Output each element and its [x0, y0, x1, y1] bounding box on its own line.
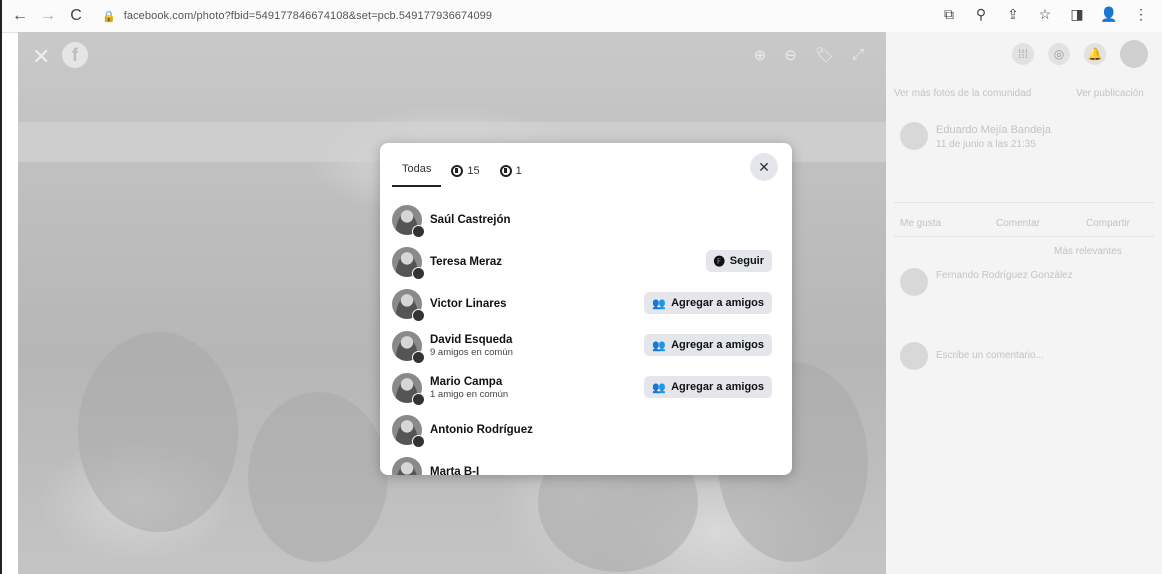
reaction-badge-icon [412, 267, 425, 280]
list-item: David Esqueda 9 amigos en común 👥 Agrega… [392, 325, 782, 367]
view-post-link[interactable]: Ver publicación [1076, 88, 1144, 99]
avatar[interactable] [392, 373, 425, 406]
mutual-friends: 1 amigo en común [430, 389, 509, 400]
reaction-badge-icon [412, 393, 425, 406]
fullscreen-icon[interactable]: ⤢ [852, 46, 864, 64]
zoom-in-icon[interactable]: ⊕ [754, 46, 767, 64]
reaction-badge-icon [412, 435, 425, 448]
share-icon[interactable]: ⇪ [1004, 6, 1022, 23]
divider [894, 202, 1154, 203]
zoom-out-icon[interactable]: ⊖ [784, 46, 797, 64]
list-item: Mario Campa 1 amigo en común 👥 Agregar a… [392, 367, 782, 409]
lock-icon: 🔒 [102, 10, 116, 23]
add-friend-icon: 👥 [652, 339, 667, 352]
add-friend-icon: 👥 [652, 381, 667, 394]
tab-count: 15 [467, 165, 480, 177]
tab-label: Todas [402, 163, 432, 175]
tab-like[interactable]: 15 [441, 165, 489, 187]
like-action[interactable]: Me gusta [900, 218, 941, 229]
photo-crowd [248, 392, 388, 562]
avatar[interactable] [392, 457, 422, 475]
avatar[interactable] [900, 268, 928, 296]
like-reaction-icon [451, 165, 464, 177]
tab-all[interactable]: Todas [392, 163, 442, 187]
person-name[interactable]: David Esqueda [430, 334, 513, 346]
avatar[interactable] [1120, 40, 1148, 68]
notifications-icon[interactable]: 🔔 [1084, 43, 1106, 65]
viewer-close-icon[interactable]: ✕ [32, 44, 50, 70]
comment-author[interactable]: Fernando Rodríguez González [936, 270, 1073, 281]
reaction-badge-icon [412, 225, 425, 238]
avatar[interactable] [392, 331, 425, 364]
comment-action[interactable]: Comentar [996, 218, 1040, 229]
viewer-toolbar: ⊕ ⊖ 🏷 ⤢ [754, 46, 864, 64]
reaction-tabs: Todas 15 1 [392, 155, 532, 187]
reaction-badge-icon [412, 351, 425, 364]
follow-button[interactable]: 🅕 Seguir [705, 250, 772, 272]
person-name[interactable]: Victor Linares [430, 298, 507, 310]
cast-icon[interactable]: ⧉ [940, 6, 958, 23]
list-item: Saúl Castrejón [392, 199, 782, 241]
avatar[interactable] [392, 415, 425, 448]
list-item: Victor Linares 👥 Agregar a amigos [392, 283, 782, 325]
person-name[interactable]: Mario Campa [430, 376, 508, 388]
post-side-panel: ⁞⁞⁞ ◎ 🔔 Ver más fotos de la comunidad Ve… [886, 32, 1162, 574]
button-label: Agregar a amigos [671, 339, 764, 351]
add-friend-button[interactable]: 👥 Agregar a amigos [644, 334, 772, 356]
url-text[interactable]: facebook.com/photo?fbid=549177846674108&… [124, 10, 492, 22]
reload-icon[interactable]: C [66, 6, 86, 26]
back-icon[interactable]: ← [10, 6, 30, 26]
list-item: Marta B-I [392, 451, 782, 475]
avatar[interactable] [392, 247, 425, 280]
avatar[interactable] [392, 205, 425, 238]
list-item: Teresa Meraz 🅕 Seguir [392, 241, 782, 283]
menu-grid-icon[interactable]: ⁞⁞⁞ [1012, 43, 1034, 65]
author-name[interactable]: Eduardo Mejía Bandeja [936, 124, 1051, 136]
messenger-icon[interactable]: ◎ [1048, 43, 1070, 65]
avatar[interactable] [900, 122, 928, 150]
sort-comments[interactable]: Más relevantes [1054, 246, 1122, 257]
tab-count: 1 [515, 165, 522, 177]
post-timestamp[interactable]: 11 de junio a las 21:35 [936, 139, 1036, 150]
share-action[interactable]: Compartir [1086, 218, 1130, 229]
button-label: Agregar a amigos [671, 297, 764, 309]
add-friend-button[interactable]: 👥 Agregar a amigos [644, 376, 772, 398]
window-edge [0, 0, 2, 574]
browser-menu-icon[interactable]: ⋮ [1132, 6, 1150, 23]
add-friend-icon: 👥 [652, 297, 667, 310]
community-photos-link[interactable]: Ver más fotos de la comunidad [894, 88, 1031, 99]
divider [894, 236, 1154, 237]
button-label: Agregar a amigos [671, 381, 764, 393]
profile-icon[interactable]: 👤 [1100, 6, 1118, 23]
comment-input[interactable]: Escribe un comentario... [936, 350, 1044, 361]
button-label: Seguir [729, 255, 764, 267]
bookmark-star-icon[interactable]: ☆ [1036, 6, 1054, 23]
reactions-dialog: Todas 15 1 ✕ Saúl Castrejón Teresa Meraz… [380, 143, 792, 475]
photo-crowd [78, 332, 238, 532]
mutual-friends: 9 amigos en común [430, 347, 513, 358]
follow-icon: 🅕 [713, 256, 725, 268]
tab-love[interactable]: 1 [490, 165, 532, 187]
person-name[interactable]: Antonio Rodríguez [430, 424, 533, 436]
browser-toolbar: ← → C 🔒 facebook.com/photo?fbid=54917784… [2, 0, 1162, 33]
reaction-badge-icon [412, 309, 425, 322]
facebook-logo-icon[interactable]: f [62, 42, 88, 68]
avatar [900, 342, 928, 370]
like-reaction-icon [499, 165, 512, 177]
forward-icon[interactable]: → [38, 6, 58, 26]
close-icon[interactable]: ✕ [750, 153, 778, 181]
person-name[interactable]: Teresa Meraz [430, 256, 502, 268]
reactions-list: Saúl Castrejón Teresa Meraz 🅕 Seguir Vic… [392, 199, 782, 475]
add-friend-button[interactable]: 👥 Agregar a amigos [644, 292, 772, 314]
sidepanel-icon[interactable]: ◨ [1068, 6, 1086, 23]
list-item: Antonio Rodríguez [392, 409, 782, 451]
tag-icon[interactable]: 🏷 [815, 46, 834, 64]
zoom-icon[interactable]: ⚲ [972, 6, 990, 23]
header-icons: ⁞⁞⁞ ◎ 🔔 [1012, 40, 1148, 68]
address-bar[interactable]: 🔒 facebook.com/photo?fbid=54917784667410… [102, 10, 492, 23]
avatar[interactable] [392, 289, 425, 322]
browser-extension-icons: ⧉ ⚲ ⇪ ☆ ◨ 👤 ⋮ [940, 6, 1150, 23]
person-name[interactable]: Saúl Castrejón [430, 214, 511, 226]
person-name[interactable]: Marta B-I [430, 466, 479, 475]
